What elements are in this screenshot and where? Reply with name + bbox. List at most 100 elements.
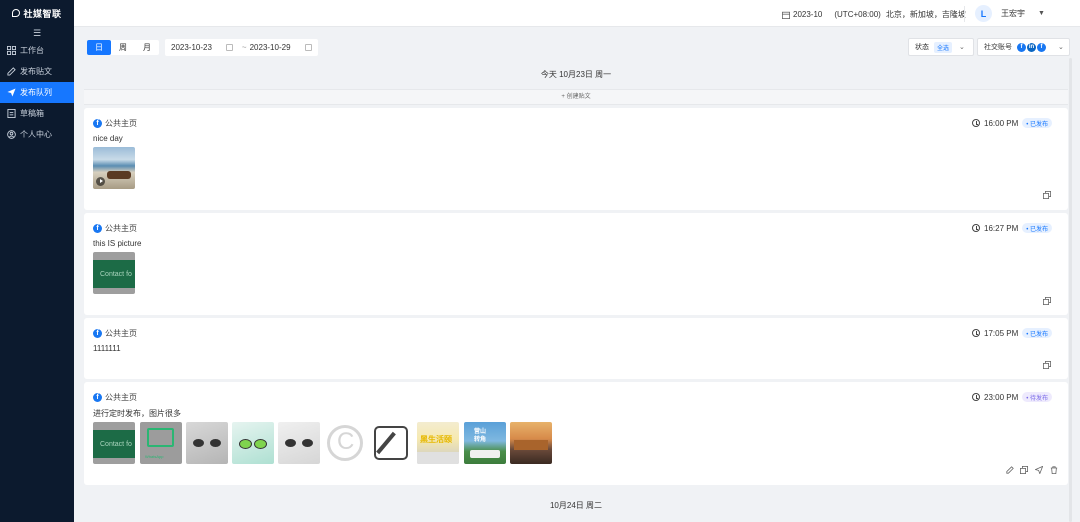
image-thumbnail[interactable] <box>232 422 274 464</box>
edit-icon <box>374 426 408 460</box>
post-time: 23:00 PM • 待发布 <box>972 392 1053 402</box>
image-thumbnail[interactable]: 黑生活颐 <box>417 422 459 464</box>
sidebar: 社媒智联 ☰ 工作台 发布贴文 发布队列 草稿箱 个人中心 <box>0 0 74 522</box>
clock-icon <box>972 329 980 337</box>
glasses-image <box>239 439 267 449</box>
user-icon <box>6 130 16 140</box>
image-thumbnail[interactable]: WhatsApp <box>140 422 182 464</box>
post-source-label: 公共主页 <box>105 393 137 402</box>
date-separator: ~ <box>241 43 247 52</box>
image-thumbnail[interactable] <box>324 422 366 464</box>
day-header-today: 今天 10月23日 周一 <box>540 70 612 79</box>
copy-icon[interactable] <box>1019 465 1028 474</box>
image-thumbnail[interactable]: 营山 转角 <box>464 422 506 464</box>
draft-icon <box>6 109 16 119</box>
tab-day[interactable]: 日 <box>87 40 111 55</box>
sidebar-item-label: 草稿箱 <box>20 109 44 118</box>
image-text: 黑生活颐 <box>420 435 452 444</box>
timezone-offset: (UTC+08:00) <box>834 10 881 19</box>
facebook-icon: f <box>93 393 102 402</box>
logo-icon <box>12 9 21 17</box>
sidebar-item-label: 个人中心 <box>20 130 52 139</box>
video-thumbnail[interactable] <box>93 147 135 189</box>
date-range-picker[interactable]: 2023-10-23 ~ 2023-10-29 <box>165 39 318 56</box>
logo-text: 社媒智联 <box>23 8 62 19</box>
sidebar-item-publish-queue[interactable]: 发布队列 <box>0 82 74 103</box>
tab-week[interactable]: 周 <box>111 40 135 55</box>
date-start[interactable]: 2023-10-23 <box>171 43 212 52</box>
calendar-icon <box>782 11 790 19</box>
date-end[interactable]: 2023-10-29 <box>250 43 291 52</box>
post-time: 16:27 PM • 已发布 <box>972 223 1053 233</box>
post-text: 1111111 <box>93 344 121 353</box>
sidebar-item-workbench[interactable]: 工作台 <box>0 40 74 61</box>
user-name: 王宏宇 <box>1001 9 1025 18</box>
post-text: nice day <box>93 134 123 143</box>
facebook-icon: f <box>93 119 102 128</box>
send-icon[interactable] <box>1034 465 1043 474</box>
app-logo[interactable]: 社媒智联 <box>0 0 74 26</box>
image-thumbnail[interactable] <box>370 422 412 464</box>
image-thumbnail[interactable]: Contact fo <box>93 422 135 464</box>
copy-icon[interactable] <box>1042 360 1051 369</box>
sidebar-item-publish-post[interactable]: 发布贴文 <box>0 61 74 82</box>
post-text: this IS picture <box>93 239 142 248</box>
post-time-value: 17:05 PM <box>984 328 1019 338</box>
chevron-down-icon: ⌄ <box>959 44 965 51</box>
image-text: 营山 转角 <box>474 429 487 443</box>
post-time-value: 16:00 PM <box>984 118 1019 128</box>
edit-icon[interactable] <box>1005 465 1014 474</box>
post-text: 进行定时发布，图片很多 <box>93 409 181 418</box>
menu-fold-icon[interactable]: ☰ <box>0 26 74 40</box>
calendar-icon <box>304 44 312 51</box>
status-badge: • 已发布 <box>1022 118 1053 128</box>
image-thumbnail[interactable] <box>510 422 552 464</box>
sidebar-item-profile[interactable]: 个人中心 <box>0 124 74 145</box>
post-card[interactable]: f 公共主页 1111111 17:05 PM • 已发布 <box>84 318 1068 379</box>
sidebar-item-label: 发布贴文 <box>20 67 52 76</box>
copyright-icon <box>327 425 363 461</box>
post-card[interactable]: f 公共主页 this IS picture Contact fo 16:27 … <box>84 213 1068 315</box>
post-time-value: 23:00 PM <box>984 392 1019 402</box>
delete-icon[interactable] <box>1049 465 1058 474</box>
post-source: f 公共主页 <box>93 328 137 339</box>
copy-icon[interactable] <box>1042 190 1051 199</box>
clock-icon <box>972 393 980 401</box>
top-bar: 2023-10 (UTC+08:00) 北京，新加坡，吉隆坡 L 王宏宇 ▼ <box>74 0 1080 27</box>
image-thumbnail[interactable]: Contact fo <box>93 252 135 294</box>
timezone-info[interactable]: 2023-10 (UTC+08:00) 北京，新加坡，吉隆坡 <box>782 9 966 20</box>
send-icon <box>6 88 16 98</box>
status-badge: • 待发布 <box>1022 392 1053 402</box>
social-account-filter[interactable]: 社交账号 f in f ⌄ <box>977 38 1070 56</box>
post-card[interactable]: f 公共主页 进行定时发布，图片很多 Contact fo WhatsApp 黑… <box>84 382 1068 485</box>
sidebar-item-label: 工作台 <box>20 46 44 55</box>
dashboard-icon <box>6 46 16 56</box>
image-text: Contact fo <box>93 260 135 288</box>
tab-month[interactable]: 月 <box>135 40 159 55</box>
image-thumbnail[interactable] <box>186 422 228 464</box>
facebook-icon: f <box>93 224 102 233</box>
status-filter-value: 全选 <box>934 41 953 53</box>
post-source: f 公共主页 <box>93 118 137 129</box>
view-switcher: 日 周 月 <box>87 40 159 55</box>
status-filter[interactable]: 状态 全选 ⌄ <box>908 38 974 56</box>
day-header-next: 10月24日 周二 <box>549 501 603 510</box>
image-text: Contact fo <box>93 430 135 458</box>
scrollbar[interactable] <box>1069 58 1072 522</box>
sidebar-item-drafts[interactable]: 草稿箱 <box>0 103 74 124</box>
post-source-label: 公共主页 <box>105 119 137 128</box>
caret-down-icon[interactable]: ▼ <box>1038 10 1045 17</box>
create-post-button[interactable]: + 创建贴文 <box>84 89 1068 105</box>
post-time-value: 16:27 PM <box>984 223 1019 233</box>
clock-icon <box>972 224 980 232</box>
copy-icon[interactable] <box>1042 296 1051 305</box>
timezone-cities: 北京，新加坡，吉隆坡 <box>885 10 966 19</box>
post-source-label: 公共主页 <box>105 329 137 338</box>
image-content <box>417 452 459 464</box>
user-menu[interactable]: L 王宏宇 <box>975 5 1025 22</box>
post-card[interactable]: f 公共主页 nice day 16:00 PM • 已发布 <box>84 108 1068 210</box>
glasses-image <box>285 439 313 447</box>
image-thumbnail[interactable] <box>278 422 320 464</box>
post-source: f 公共主页 <box>93 392 137 403</box>
avatar: L <box>975 5 992 22</box>
